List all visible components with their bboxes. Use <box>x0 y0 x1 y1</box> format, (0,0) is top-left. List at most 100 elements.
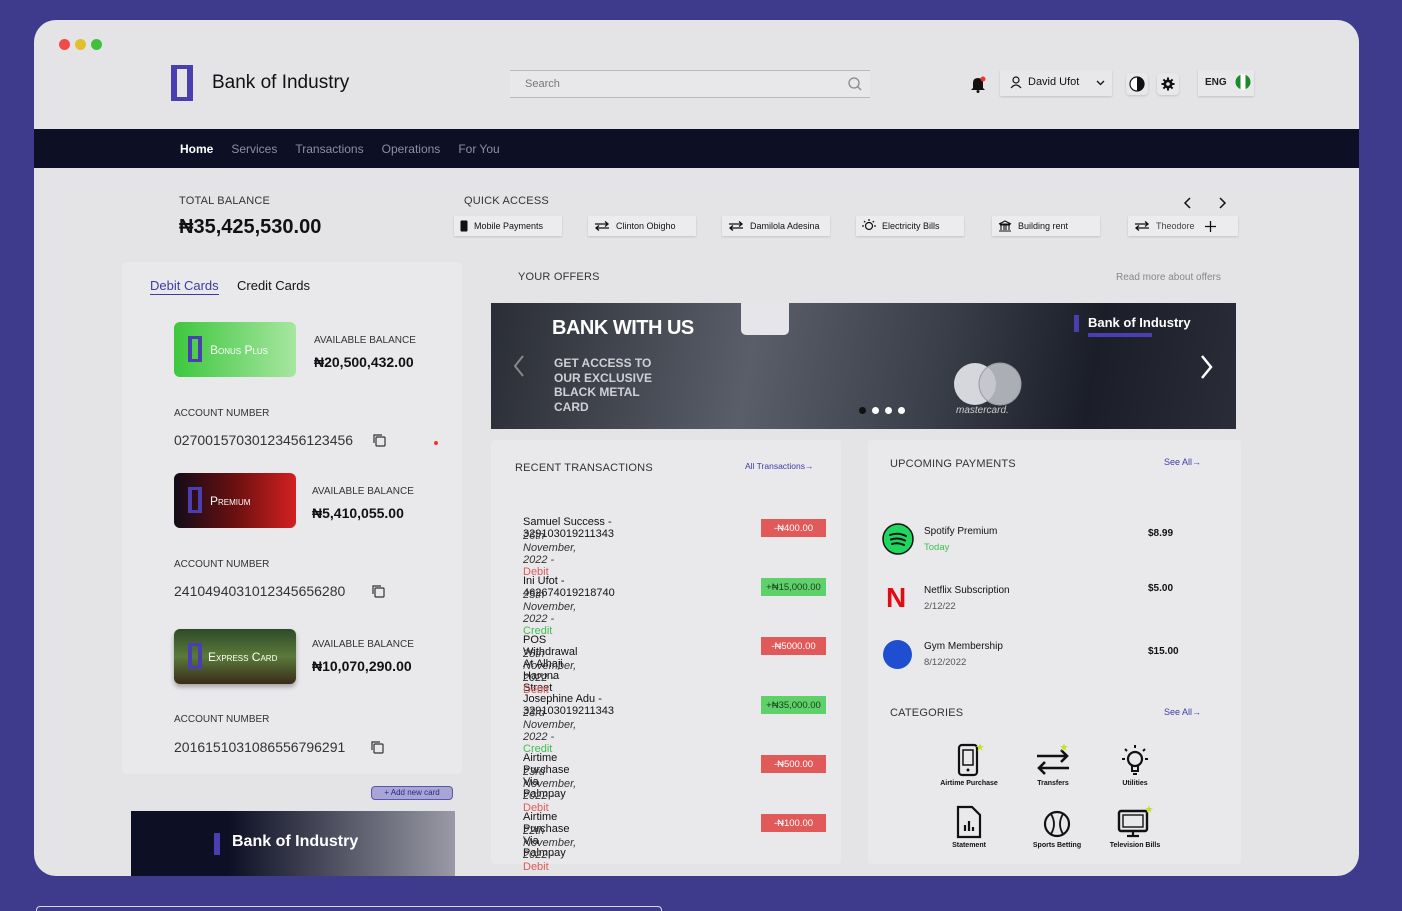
tab-credit-cards[interactable]: Credit Cards <box>237 278 310 293</box>
quick-access-label-clinton: Clinton Obigho <box>616 221 676 231</box>
upcoming-payments-label: UPCOMING PAYMENTS <box>890 458 1016 470</box>
carousel-next-icon[interactable] <box>1200 355 1214 379</box>
all-transactions-link[interactable]: All Transactions→ <box>745 461 814 471</box>
categories-see-all-link[interactable]: See All→ <box>1164 707 1201 717</box>
category-transfers[interactable]: Transfers <box>1018 743 1088 787</box>
your-offers-label: YOUR OFFERS <box>518 271 600 283</box>
quick-access-electricity-bills[interactable]: Electricity Bills <box>856 216 964 236</box>
language-selector[interactable]: ENG <box>1198 70 1254 96</box>
promo-banner[interactable]: Bank of Industry <box>131 811 455 876</box>
read-more-offers-link[interactable]: Read more about offers <box>1116 272 1221 283</box>
main-nav: Home Services Transactions Operations Fo… <box>34 129 1359 168</box>
account-number-label: ACCOUNT NUMBER <box>174 408 270 419</box>
tab-debit-cards[interactable]: Debit Cards <box>150 278 219 295</box>
app-window: Bank of Industry Search David Ufot ENG H… <box>34 20 1359 876</box>
account-number-value: 20161510310865567962​91 <box>174 739 346 755</box>
transaction-date: 25th November, 2022 - Debit <box>523 648 576 696</box>
copy-icon[interactable] <box>372 433 386 447</box>
minimize-window-button[interactable] <box>75 39 86 50</box>
express-card[interactable]: Express Card <box>174 629 296 684</box>
quick-access-building-rent[interactable]: Building rent <box>992 216 1100 236</box>
carousel-dot-active[interactable] <box>859 407 866 414</box>
brand-logo-icon <box>171 65 193 101</box>
notification-bell-icon[interactable] <box>970 75 986 93</box>
upcoming-date: 8/12/2022 <box>924 657 967 668</box>
card-logo-icon <box>188 487 202 513</box>
category-label: Television Bills <box>1109 842 1161 849</box>
carousel-dot[interactable] <box>898 407 905 414</box>
quick-access-mobile-payments[interactable]: Mobile Payments <box>454 216 562 236</box>
category-sports-betting[interactable]: Sports Betting <box>1022 805 1092 849</box>
category-label: Airtime Purchase <box>940 780 998 787</box>
transaction-date: 25th November, 2022 - Credit <box>523 589 576 637</box>
transaction-amount-badge: +₦15,000.00 <box>761 578 826 596</box>
statement-document-icon <box>956 805 982 839</box>
nav-item-home[interactable]: Home <box>180 142 213 156</box>
transaction-date-text: 25th November, 2022 - <box>523 648 577 684</box>
bonus-plus-card[interactable]: Bonus Plus <box>174 322 296 377</box>
building-icon <box>998 220 1012 232</box>
phone-icon <box>460 220 468 232</box>
transaction-date: 22th November, 2022 - Debit <box>523 825 576 873</box>
brand-mark-icon <box>214 833 220 855</box>
add-icon[interactable] <box>1204 220 1216 232</box>
nav-item-services[interactable]: Services <box>231 142 277 156</box>
carousel-dot[interactable] <box>872 407 879 414</box>
nav-item-transactions[interactable]: Transactions <box>295 142 363 156</box>
carousel-dots <box>859 407 905 414</box>
category-statement[interactable]: Statement <box>934 805 1004 849</box>
available-balance-value: ₦5,410,055.00 <box>312 505 404 521</box>
category-television-bills[interactable]: Television Bills <box>1100 805 1170 849</box>
spotify-icon <box>882 523 914 555</box>
category-utilities[interactable]: Utilities <box>1100 743 1170 787</box>
recent-transactions-label: RECENT TRANSACTIONS <box>515 462 653 474</box>
card-name: Bonus Plus <box>210 342 269 357</box>
quick-access-damilola-adesina[interactable]: Damilola Adesina <box>722 216 830 236</box>
offers-carousel[interactable]: BANK WITH US GET ACCESS TO OUR EXCLUSIVE… <box>491 303 1236 429</box>
carousel-prev-icon[interactable] <box>513 355 525 377</box>
offer-brand: Bank of Industry <box>1088 315 1191 330</box>
carousel-dot[interactable] <box>885 407 892 414</box>
transaction-amount-badge: -₦400.00 <box>761 519 826 537</box>
brand-mark-icon <box>1074 315 1079 332</box>
premium-card[interactable]: Premium <box>174 473 296 528</box>
card-chip-icon <box>741 303 789 335</box>
search-input[interactable]: Search <box>510 70 870 98</box>
nav-item-for-you[interactable]: For You <box>458 142 499 156</box>
settings-button[interactable] <box>1157 73 1179 95</box>
netflix-icon: N <box>886 582 907 613</box>
bulb-icon <box>862 219 876 231</box>
chevron-right-icon[interactable] <box>1217 197 1227 209</box>
brand-name: Bank of Industry <box>212 72 350 93</box>
upcoming-amount: $5.00 <box>1148 583 1174 594</box>
close-window-button[interactable] <box>59 39 70 50</box>
maximize-window-button[interactable] <box>91 39 102 50</box>
category-label: Transfers <box>1037 780 1069 787</box>
quick-access-theodore[interactable]: Theodore <box>1128 216 1238 236</box>
nav-item-operations[interactable]: Operations <box>382 142 441 156</box>
user-icon <box>1010 76 1022 89</box>
add-new-card-button[interactable]: + Add new card <box>371 786 453 800</box>
transfer-icon <box>1134 221 1150 231</box>
sports-ball-icon <box>1043 810 1071 838</box>
account-number-label: ACCOUNT NUMBER <box>174 714 270 725</box>
quick-access-label-mobile: Mobile Payments <box>474 221 544 231</box>
nigeria-flag-icon <box>1235 74 1251 90</box>
copy-icon[interactable] <box>371 584 385 598</box>
transaction-date: 23rd November, 2022 - Debit <box>523 766 576 814</box>
total-balance-label: TOTAL BALANCE <box>179 195 271 207</box>
upcoming-date: Today <box>924 542 950 553</box>
airtime-phone-icon <box>957 743 984 777</box>
theme-toggle-button[interactable] <box>1126 73 1148 95</box>
search-icon[interactable] <box>848 77 862 91</box>
quick-access-clinton-obigho[interactable]: Clinton Obigho <box>588 216 696 236</box>
upcoming-see-all-link[interactable]: See All→ <box>1164 457 1201 467</box>
transfer-icon <box>728 221 744 231</box>
category-label: Utilities <box>1122 780 1148 787</box>
available-balance-label: AVAILABLE BALANCE <box>312 486 414 497</box>
window-controls <box>59 39 102 50</box>
chevron-left-icon[interactable] <box>1183 197 1193 209</box>
user-menu[interactable]: David Ufot <box>1000 70 1112 96</box>
copy-icon[interactable] <box>370 740 384 754</box>
category-airtime-purchase[interactable]: Airtime Purchase <box>934 743 1004 787</box>
